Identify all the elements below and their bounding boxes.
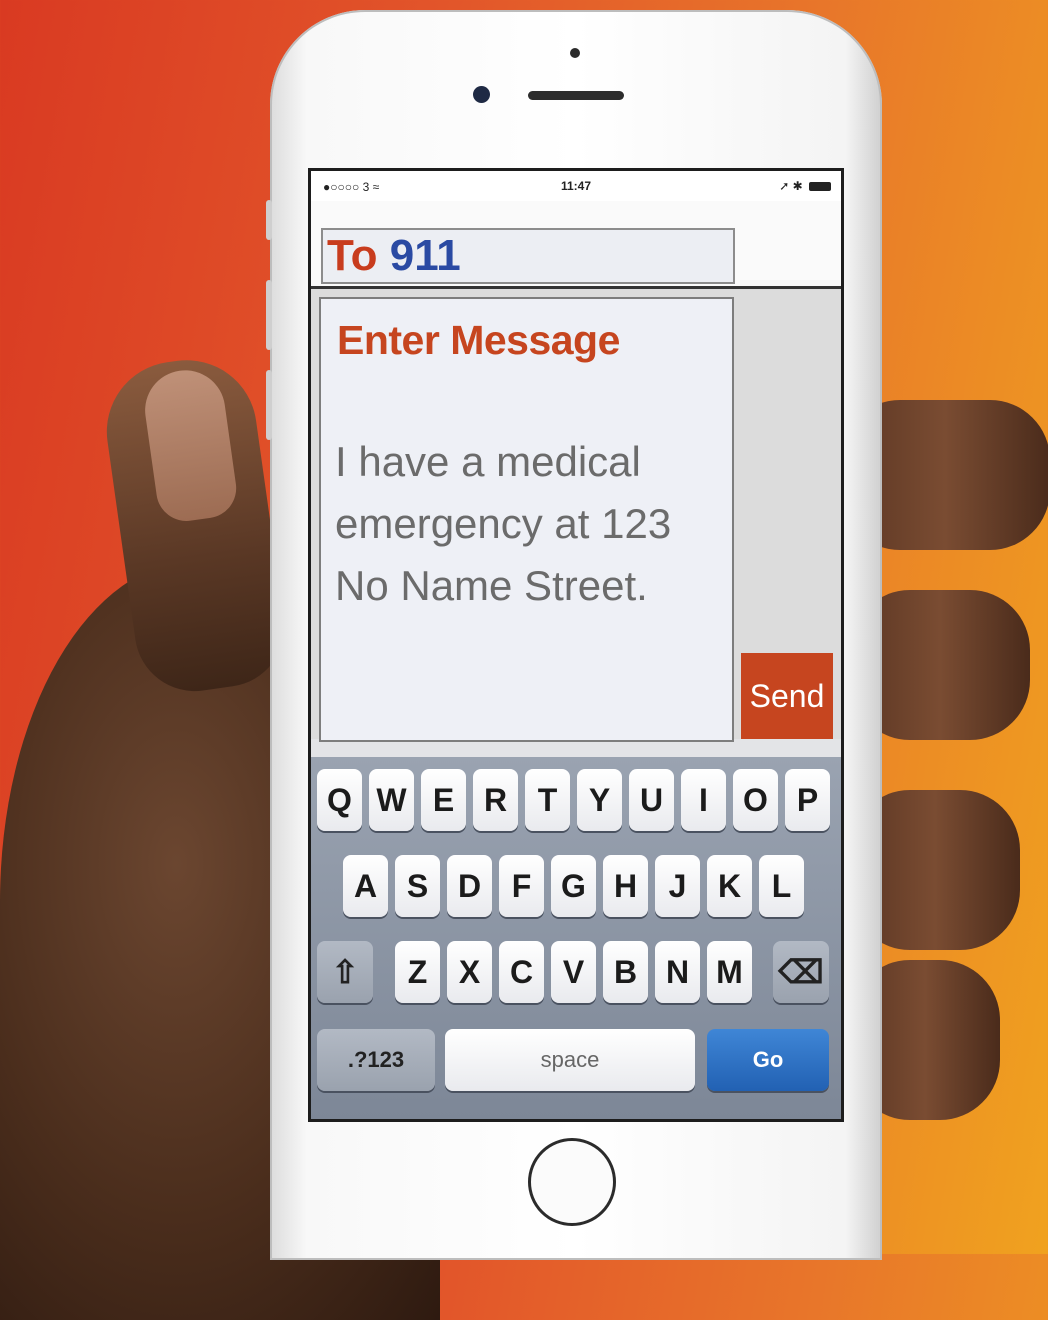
key-m[interactable]: M [707, 941, 752, 1003]
message-header: Enter Message [337, 317, 620, 363]
front-camera [473, 86, 490, 103]
key-y[interactable]: Y [577, 769, 622, 831]
battery-icon [809, 182, 831, 192]
keyboard: Q W E R T Y U I O P A S D F G H J K L ⇧ … [311, 757, 841, 1119]
key-c[interactable]: C [499, 941, 544, 1003]
phone-device: ●○○○○ 3 ≈ 11:47 ➚ ✱ To 911 Enter Message… [266, 10, 882, 1260]
key-j[interactable]: J [655, 855, 700, 917]
recipient-field[interactable]: To 911 [321, 228, 735, 284]
compose-area: Enter Message I have a medical emergency… [311, 289, 841, 742]
go-key[interactable]: Go [707, 1029, 829, 1091]
key-g[interactable]: G [551, 855, 596, 917]
key-l[interactable]: L [759, 855, 804, 917]
key-q[interactable]: Q [317, 769, 362, 831]
key-a[interactable]: A [343, 855, 388, 917]
key-r[interactable]: R [473, 769, 518, 831]
phone-screen: ●○○○○ 3 ≈ 11:47 ➚ ✱ To 911 Enter Message… [308, 168, 844, 1122]
recipient-row: To 911 [311, 201, 841, 289]
key-z[interactable]: Z [395, 941, 440, 1003]
key-b[interactable]: B [603, 941, 648, 1003]
message-input[interactable]: Enter Message I have a medical emergency… [319, 297, 734, 742]
key-u[interactable]: U [629, 769, 674, 831]
volume-up-button [266, 280, 272, 350]
key-d[interactable]: D [447, 855, 492, 917]
key-f[interactable]: F [499, 855, 544, 917]
delete-key[interactable]: ⌫ [773, 941, 829, 1003]
key-v[interactable]: V [551, 941, 596, 1003]
status-bar: ●○○○○ 3 ≈ 11:47 ➚ ✱ [311, 171, 841, 201]
key-s[interactable]: S [395, 855, 440, 917]
key-x[interactable]: X [447, 941, 492, 1003]
key-h[interactable]: H [603, 855, 648, 917]
key-e[interactable]: E [421, 769, 466, 831]
message-body: I have a medical emergency at 123 No Nam… [335, 438, 672, 609]
earpiece-speaker [528, 91, 624, 100]
shift-key[interactable]: ⇧ [317, 941, 373, 1003]
key-w[interactable]: W [369, 769, 414, 831]
numbers-key[interactable]: .?123 [317, 1029, 435, 1091]
status-icons: ➚ ✱ [779, 179, 831, 193]
key-p[interactable]: P [785, 769, 830, 831]
proximity-sensor [570, 48, 580, 58]
status-time: 11:47 [560, 179, 592, 193]
home-button[interactable] [528, 1138, 616, 1226]
mute-switch [266, 200, 272, 240]
send-button[interactable]: Send [741, 653, 833, 739]
shift-icon: ⇧ [331, 954, 359, 990]
key-n[interactable]: N [655, 941, 700, 1003]
space-key[interactable]: space [445, 1029, 695, 1091]
delete-icon: ⌫ [778, 954, 824, 990]
key-o[interactable]: O [733, 769, 778, 831]
location-bluetooth-icons: ➚ ✱ [779, 179, 803, 193]
recipient-number: 911 [389, 231, 461, 280]
key-k[interactable]: K [707, 855, 752, 917]
key-i[interactable]: I [681, 769, 726, 831]
recipient-label: To [327, 231, 378, 280]
volume-down-button [266, 370, 272, 440]
key-t[interactable]: T [525, 769, 570, 831]
